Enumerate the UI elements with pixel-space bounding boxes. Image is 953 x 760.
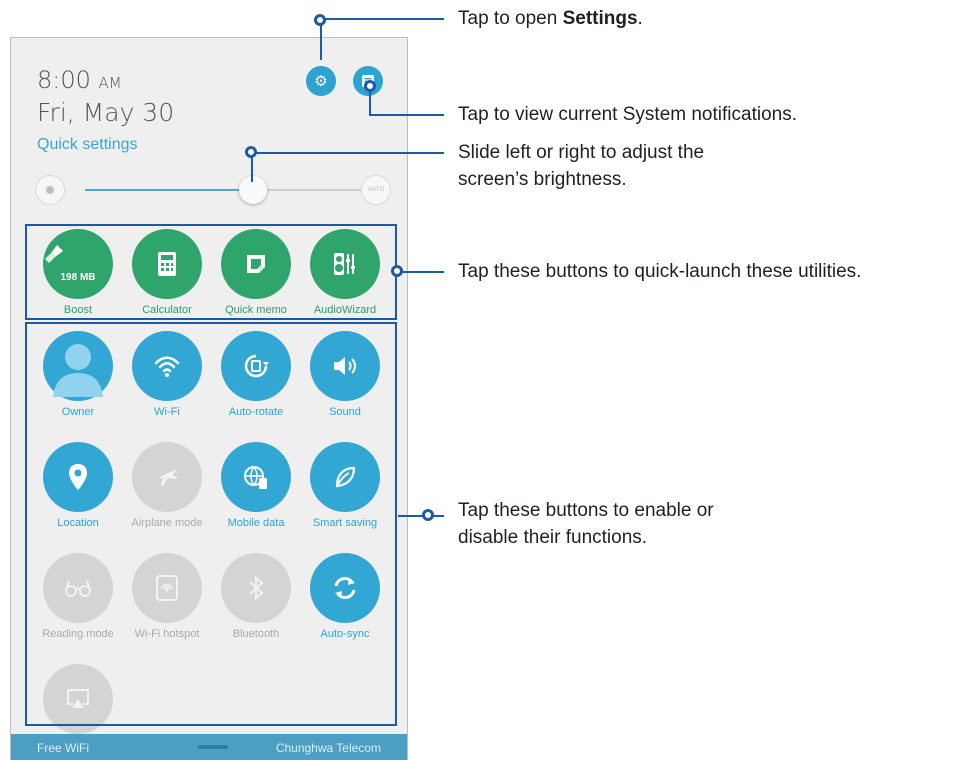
notifications-callout-line-h: [369, 114, 444, 116]
brightness-slider-thumb[interactable]: [239, 176, 268, 204]
utilities-highlight-box: [25, 224, 397, 320]
clock-time: 8:00 AM: [37, 66, 122, 94]
status-bar: Free WiFi Chunghwa Telecom: [11, 734, 407, 760]
settings-callout-line: [320, 20, 322, 60]
settings-button[interactable]: ⚙: [306, 66, 336, 96]
notifications-callout-dot: [364, 80, 376, 92]
brightness-callout-text: Slide left or right to adjust the screen’…: [458, 142, 705, 190]
statusbar-wifi-text: Free WiFi: [37, 741, 89, 755]
notifications-callout-text: Tap to view current System notifications…: [458, 104, 797, 125]
brightness-low-icon: ✹: [35, 175, 65, 205]
auto-brightness-label: AUTO: [367, 187, 385, 193]
utilities-callout-text: Tap these buttons to quick-launch these …: [458, 261, 862, 282]
settings-callout-line-h: [320, 18, 444, 20]
gear-icon: ⚙: [314, 73, 328, 90]
utilities-callout-line: [398, 271, 444, 273]
auto-brightness-button[interactable]: AUTO: [361, 175, 391, 205]
toggles-highlight-box: [25, 322, 397, 726]
brightness-callout-dot: [245, 146, 257, 158]
brightness-slider-fill: [85, 189, 254, 191]
brightness-callout-line-h: [251, 152, 444, 154]
toggles-callout-line: [398, 515, 444, 517]
statusbar-carrier-text: Chunghwa Telecom: [275, 741, 381, 755]
drag-handle[interactable]: [198, 745, 228, 749]
quick-settings-title: Quick settings: [37, 136, 138, 153]
clock-date: Fri, May 30: [37, 98, 175, 127]
brightness-slider[interactable]: [85, 189, 375, 191]
brightness-control: ✹ AUTO: [35, 172, 391, 208]
toggles-callout-text: Tap these buttons to enable or disable th…: [458, 500, 714, 548]
utilities-callout-dot: [391, 265, 403, 277]
settings-callout-dot: [314, 14, 326, 26]
toggles-callout-dot: [422, 509, 434, 521]
settings-callout-text: Tap to open Settings.: [458, 8, 643, 29]
